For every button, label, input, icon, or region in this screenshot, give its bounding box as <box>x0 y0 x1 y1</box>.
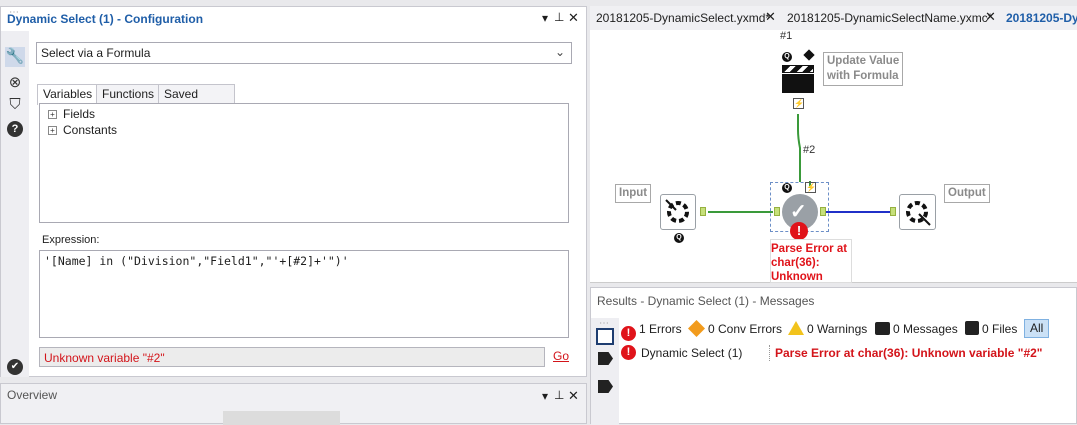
doc-tab-active[interactable]: 20181205-Dyn <box>1006 11 1077 25</box>
doc-tab[interactable]: 20181205-DynamicSelectName.yxmc* <box>787 11 992 25</box>
error-icon: ! <box>790 222 808 240</box>
filter-messages[interactable]: 0 Messages <box>875 319 958 339</box>
overview-panel: Overview ▾ ⊥ ✕ <box>0 383 587 425</box>
output-label[interactable]: Output <box>944 184 990 203</box>
tree-item-constants[interactable]: + Constants <box>48 123 117 137</box>
gear-icon <box>906 201 931 226</box>
output-anchor[interactable] <box>700 207 706 216</box>
tab-functions[interactable]: Functions <box>96 84 161 104</box>
tree-item-label: Fields <box>63 107 96 121</box>
connection-label: #1 <box>780 30 793 42</box>
overview-viewport[interactable] <box>223 411 340 425</box>
configuration-panel: Dynamic Select (1) - Configuration ▾ ⊥ ✕… <box>0 6 587 377</box>
question-badge-icon: Q <box>674 233 684 243</box>
check-icon[interactable]: ✔ <box>7 359 23 375</box>
clapperboard-icon[interactable] <box>782 65 814 93</box>
workflow-canvas[interactable]: #1 Q Update Value with Formula ⚡ #2 Inpu… <box>590 30 1077 283</box>
filter-files[interactable]: 0 Files <box>965 319 1017 339</box>
parse-error-text: Parse Error at char(36): Unknown <box>771 243 848 283</box>
input-anchor-icon[interactable]: ⚡ <box>805 182 816 193</box>
config-side-strip: 🔧 ⊗ ⛉ ? <box>1 31 29 377</box>
close-icon[interactable]: ✕ <box>568 10 579 26</box>
output-macro-tool[interactable] <box>899 194 936 230</box>
help-icon[interactable]: ? <box>5 118 25 138</box>
filter-warnings[interactable]: 0 Warnings <box>788 319 867 339</box>
tab-variables[interactable]: Variables <box>37 84 99 105</box>
connection-icon[interactable]: ⊗ <box>5 73 25 93</box>
output-anchor[interactable] <box>820 207 826 216</box>
document-tabs: 20181205-DynamicSelect.yxmd* ✕ 20181205-… <box>590 6 1077 30</box>
file-icon <box>965 321 979 335</box>
mode-select-value: Select via a Formula <box>41 46 151 60</box>
question-badge-icon: Q <box>782 183 792 193</box>
overview-title: Overview <box>7 388 58 402</box>
pin-icon[interactable]: ⊥ <box>554 388 564 402</box>
input-label[interactable]: Input <box>615 184 652 203</box>
drag-handle-icon: ⋯ <box>9 7 20 18</box>
list-view-icon[interactable] <box>596 328 614 345</box>
doc-tab[interactable]: 20181205-DynamicSelect.yxmd* <box>596 11 770 25</box>
wrench-icon[interactable]: 🔧 <box>5 47 25 67</box>
pin-dropdown-icon[interactable]: ▾ <box>542 389 548 403</box>
divider <box>769 345 770 361</box>
check-icon: ✓ <box>790 201 807 223</box>
tab-saved-expressions[interactable]: Saved Expressions <box>158 84 236 115</box>
error-icon: ! <box>621 326 636 341</box>
variables-tree: + Fields + Constants <box>39 103 569 223</box>
expression-editor[interactable]: '[Name] in ("Division","Field1","'+[#2]+… <box>39 250 569 338</box>
conv-error-icon <box>688 320 705 337</box>
input-anchor[interactable] <box>774 207 780 216</box>
input-macro-tool[interactable] <box>660 194 696 230</box>
close-icon[interactable]: ✕ <box>985 9 996 25</box>
gear-icon <box>665 199 689 223</box>
close-icon[interactable]: ✕ <box>765 9 776 25</box>
expand-icon[interactable]: + <box>48 110 57 119</box>
update-value-label[interactable]: Update Value with Formula <box>823 52 904 86</box>
filter-all[interactable]: All <box>1024 319 1050 338</box>
expression-label: Expression: <box>42 234 100 246</box>
error-field: Unknown variable "#2" <box>39 347 545 367</box>
results-side-strip: ⋯ <box>591 318 619 425</box>
question-badge-icon: Q <box>782 52 792 62</box>
pin-icon[interactable]: ⊥ <box>554 10 564 24</box>
message-icon <box>875 322 890 335</box>
parse-error-annotation: Parse Error at char(36): Unknown <box>770 239 852 283</box>
expand-icon[interactable]: + <box>48 126 57 135</box>
tree-item-label: Constants <box>63 123 118 137</box>
warning-icon <box>788 321 804 335</box>
close-icon[interactable]: ✕ <box>568 388 579 404</box>
tag-icon[interactable] <box>598 352 613 365</box>
pin-dropdown-icon[interactable]: ▾ <box>542 11 548 25</box>
message-tool-name: Dynamic Select (1) <box>641 346 743 360</box>
error-icon: ! <box>621 345 636 360</box>
tag-icon[interactable]: ⛉ <box>5 95 25 115</box>
go-link[interactable]: Go <box>553 349 569 363</box>
tree-item-fields[interactable]: + Fields <box>48 107 95 121</box>
input-anchor[interactable] <box>890 207 896 216</box>
tag-icon[interactable] <box>598 380 613 393</box>
expression-text[interactable]: '[Name] in ("Division","Field1","'+[#2]+… <box>44 254 349 268</box>
filter-conv-errors[interactable]: 0 Conv Errors <box>688 319 782 339</box>
mode-select[interactable]: Select via a Formula ⌄ <box>36 42 572 64</box>
error-message: Unknown variable "#2" <box>44 351 165 365</box>
output-anchor-icon[interactable]: ⚡ <box>793 98 804 109</box>
filter-errors[interactable]: ! 1 Errors <box>621 319 682 341</box>
panel-header: Dynamic Select (1) - Configuration ▾ ⊥ ✕ <box>1 7 586 31</box>
panel-title: Dynamic Select (1) - Configuration <box>7 12 204 26</box>
results-panel: Results - Dynamic Select (1) - Messages … <box>590 287 1077 425</box>
connection-label: #2 <box>803 144 816 156</box>
results-title: Results - Dynamic Select (1) - Messages <box>597 294 815 308</box>
chevron-down-icon[interactable]: ⌄ <box>555 45 565 59</box>
message-text: Parse Error at char(36): Unknown variabl… <box>775 346 1043 360</box>
